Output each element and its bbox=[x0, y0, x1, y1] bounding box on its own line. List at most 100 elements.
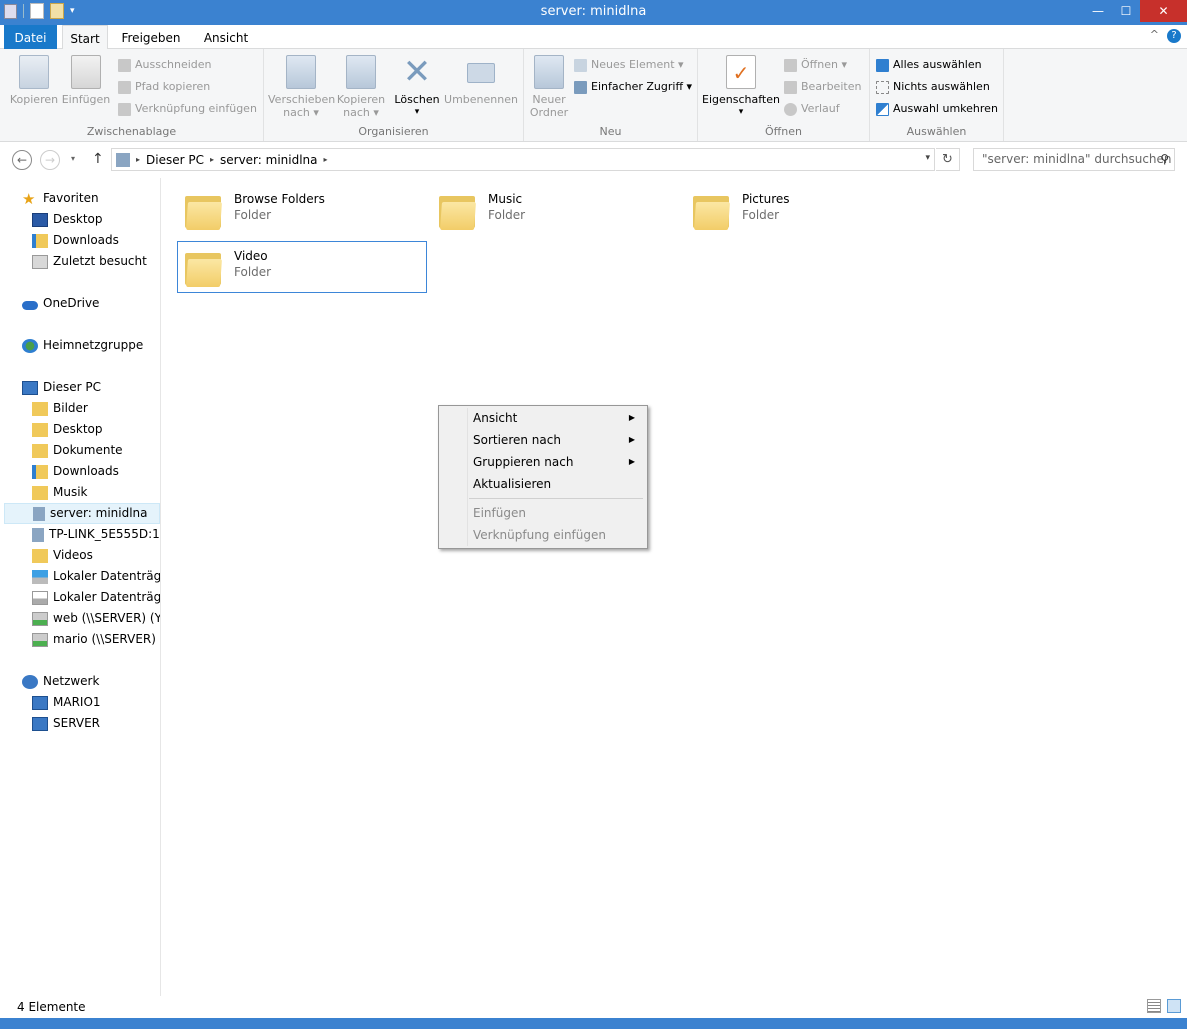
title-bar: ▾ server: minidlna — ☐ ✕ bbox=[0, 0, 1187, 25]
nav-item-downloads-pc[interactable]: Downloads bbox=[32, 461, 119, 482]
open-button[interactable]: Öffnen ▾ bbox=[784, 55, 847, 75]
content-pane[interactable]: Browse Folders Folder Music Folder Pictu… bbox=[162, 178, 1187, 996]
copy-path-button[interactable]: Pfad kopieren bbox=[118, 77, 210, 97]
back-button[interactable]: ← bbox=[12, 150, 32, 170]
submenu-arrow-icon: ▶ bbox=[628, 457, 635, 466]
easy-access-button[interactable]: Einfacher Zugriff ▾ bbox=[574, 77, 692, 97]
menu-item-refresh[interactable]: Aktualisieren bbox=[441, 473, 645, 495]
rename-button[interactable]: Umbenennen bbox=[442, 55, 520, 106]
copy-to-button[interactable]: Kopieren nach ▾ bbox=[334, 55, 388, 119]
nav-item-desktop[interactable]: Desktop bbox=[32, 209, 103, 230]
nav-item-pictures[interactable]: Bilder bbox=[32, 398, 88, 419]
tiles-view-icon[interactable] bbox=[1167, 999, 1181, 1013]
nav-item-mario-share[interactable]: mario (\\SERVER) (Z bbox=[32, 629, 160, 650]
copy-label: Kopieren bbox=[9, 93, 59, 106]
recent-locations-dropdown[interactable]: ▾ bbox=[71, 154, 75, 163]
nav-onedrive[interactable]: OneDrive bbox=[22, 293, 99, 314]
folder-tile-browse-folders[interactable]: Browse Folders Folder bbox=[177, 184, 427, 236]
nav-item-local-disk-d[interactable]: Lokaler Datenträger bbox=[32, 587, 160, 608]
menu-separator bbox=[469, 498, 643, 499]
paste-button[interactable]: Einfügen bbox=[60, 55, 112, 106]
nav-homegroup[interactable]: Heimnetzgruppe bbox=[22, 335, 143, 356]
tab-share[interactable]: Freigeben bbox=[116, 25, 186, 49]
copy-button[interactable]: Kopieren bbox=[8, 55, 60, 106]
menu-item-sort-by[interactable]: Sortieren nach ▶ bbox=[441, 429, 645, 451]
nav-item-documents[interactable]: Dokumente bbox=[32, 440, 123, 461]
breadcrumb-separator[interactable]: ▸ bbox=[210, 155, 214, 164]
nav-item-music[interactable]: Musik bbox=[32, 482, 88, 503]
up-button[interactable]: ↑ bbox=[92, 151, 104, 167]
folder-name: Pictures bbox=[742, 192, 790, 206]
open-label: Öffnen ▾ bbox=[801, 58, 847, 71]
menu-item-paste-shortcut[interactable]: Verknüpfung einfügen bbox=[441, 524, 645, 546]
breadcrumb-this-pc[interactable]: Dieser PC bbox=[146, 153, 204, 167]
tab-file[interactable]: Datei bbox=[4, 25, 57, 49]
nav-item-server[interactable]: SERVER bbox=[32, 713, 100, 734]
details-view-icon[interactable] bbox=[1147, 999, 1161, 1013]
tab-start[interactable]: Start bbox=[62, 25, 108, 50]
select-none-button[interactable]: Nichts auswählen bbox=[876, 77, 990, 97]
cloud-icon bbox=[22, 300, 38, 310]
collapse-ribbon-icon[interactable]: ^ bbox=[1150, 28, 1159, 41]
nav-item-desktop-pc[interactable]: Desktop bbox=[32, 419, 103, 440]
address-bar[interactable]: ▸ Dieser PC ▸ server: minidlna ▸ ▾ bbox=[111, 148, 935, 171]
new-folder-button[interactable]: Neuer Ordner bbox=[528, 55, 570, 119]
select-all-button[interactable]: Alles auswählen bbox=[876, 55, 982, 75]
close-button[interactable]: ✕ bbox=[1140, 0, 1187, 22]
refresh-button[interactable]: ↻ bbox=[936, 148, 960, 171]
cut-button[interactable]: Ausschneiden bbox=[118, 55, 212, 75]
nav-item-recent[interactable]: Zuletzt besucht bbox=[32, 251, 147, 272]
ribbon: Kopieren Einfügen Ausschneiden Pfad kopi… bbox=[0, 49, 1187, 142]
maximize-button[interactable]: ☐ bbox=[1112, 0, 1140, 22]
search-input[interactable]: "server: minidlna" durchsuchen ⚲ bbox=[973, 148, 1175, 171]
folder-name: Music bbox=[488, 192, 523, 206]
menu-item-view[interactable]: Ansicht ▶ bbox=[441, 407, 645, 429]
edit-icon bbox=[784, 80, 797, 94]
nav-this-pc[interactable]: Dieser PC bbox=[22, 377, 101, 398]
forward-button[interactable]: → bbox=[40, 150, 60, 170]
new-item-button[interactable]: Neues Element ▾ bbox=[574, 55, 684, 75]
folder-tile-video[interactable]: Video Folder bbox=[177, 241, 427, 293]
help-icon[interactable]: ? bbox=[1167, 29, 1181, 43]
menu-item-group-by[interactable]: Gruppieren nach ▶ bbox=[441, 451, 645, 473]
breadcrumb-server-minidlna[interactable]: server: minidlna bbox=[220, 153, 318, 167]
history-icon bbox=[784, 102, 797, 116]
select-none-label: Nichts auswählen bbox=[893, 80, 990, 93]
nav-favorites[interactable]: ★ Favoriten bbox=[22, 188, 99, 209]
folder-tile-pictures[interactable]: Pictures Folder bbox=[685, 184, 935, 236]
nav-item-mario1[interactable]: MARIO1 bbox=[32, 692, 101, 713]
invert-selection-button[interactable]: Auswahl umkehren bbox=[876, 99, 998, 119]
breadcrumb-separator[interactable]: ▸ bbox=[136, 155, 140, 164]
paste-icon bbox=[71, 55, 101, 89]
nav-item-server-minidlna[interactable]: server: minidlna bbox=[4, 503, 160, 524]
search-icon[interactable]: ⚲ bbox=[1160, 149, 1169, 170]
delete-x-icon: ✕ bbox=[402, 52, 432, 92]
nav-item-tplink[interactable]: TP-LINK_5E555D:1 bbox=[32, 524, 160, 545]
nav-network[interactable]: Netzwerk bbox=[22, 671, 99, 692]
computer-icon bbox=[22, 380, 38, 395]
tab-view[interactable]: Ansicht bbox=[196, 25, 256, 49]
folder-icon bbox=[437, 192, 477, 232]
menu-item-label: Gruppieren nach bbox=[473, 455, 574, 469]
delete-button[interactable]: ✕ Löschen ▾ bbox=[392, 55, 442, 119]
folder-tile-music[interactable]: Music Folder bbox=[431, 184, 681, 236]
nav-item-label: server: minidlna bbox=[50, 506, 148, 520]
desktop-icon bbox=[32, 212, 48, 227]
paste-shortcut-button[interactable]: Verknüpfung einfügen bbox=[118, 99, 257, 119]
nav-item-web-share[interactable]: web (\\SERVER) (Y:) bbox=[32, 608, 160, 629]
move-to-button[interactable]: Verschieben nach ▾ bbox=[268, 55, 335, 119]
copy-path-label: Pfad kopieren bbox=[135, 80, 211, 93]
minimize-button[interactable]: — bbox=[1084, 0, 1112, 22]
delete-dropdown-icon[interactable]: ▾ bbox=[392, 106, 442, 119]
address-dropdown-icon[interactable]: ▾ bbox=[925, 153, 930, 163]
properties-dropdown-icon[interactable]: ▾ bbox=[702, 106, 780, 119]
edit-button[interactable]: Bearbeiten bbox=[784, 77, 861, 97]
properties-button[interactable]: ✓ Eigenschaften ▾ bbox=[702, 55, 780, 119]
nav-item-local-disk-c[interactable]: Lokaler Datenträger bbox=[32, 566, 160, 587]
breadcrumb-separator[interactable]: ▸ bbox=[324, 155, 328, 164]
history-button[interactable]: Verlauf bbox=[784, 99, 840, 119]
nav-item-videos[interactable]: Videos bbox=[32, 545, 93, 566]
menu-item-paste[interactable]: Einfügen bbox=[441, 502, 645, 524]
window-title: server: minidlna bbox=[540, 4, 647, 19]
nav-item-downloads[interactable]: Downloads bbox=[32, 230, 119, 251]
